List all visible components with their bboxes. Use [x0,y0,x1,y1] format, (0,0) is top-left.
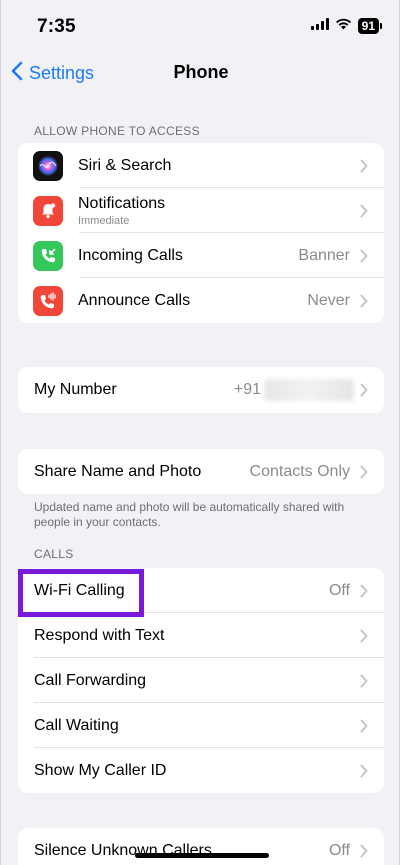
status-icons: 91 [310,17,383,35]
respond-with-text-row[interactable]: Respond with Text [18,613,384,658]
show-caller-id-row[interactable]: Show My Caller ID [18,748,384,793]
chevron-right-icon [360,719,368,733]
notifications-row[interactable]: Notifications Immediate [18,188,384,233]
chevron-right-icon [360,844,368,858]
calls-group: Wi-Fi Calling Off Respond with Text Call… [18,568,384,793]
battery-indicator: 91 [357,18,383,34]
redacted-number [264,379,354,401]
respond-with-text-label: Respond with Text [34,626,165,644]
share-name-photo-row[interactable]: Share Name and Photo Contacts Only [18,449,384,494]
notification-bell-icon [33,195,63,226]
chevron-right-icon [360,764,368,778]
incoming-call-icon [33,240,63,271]
my-number-row[interactable]: My Number +91 [18,367,384,413]
call-waiting-row[interactable]: Call Waiting [18,703,384,748]
announce-call-icon [33,285,63,316]
siri-icon [33,150,63,181]
my-number-prefix: +91 [233,381,261,399]
call-forwarding-row[interactable]: Call Forwarding [18,658,384,703]
back-button[interactable]: Settings [11,61,94,86]
back-button-label: Settings [29,63,95,83]
incoming-calls-row[interactable]: Incoming Calls Banner [18,233,384,278]
section-header-access: ALLOW PHONE TO ACCESS [34,124,200,138]
chevron-right-icon [360,249,368,263]
chevron-right-icon [360,204,368,218]
chevron-right-icon [360,584,368,598]
wifi-icon [335,17,352,35]
share-name-photo-value: Contacts Only [249,462,350,480]
silence-unknown-callers-row[interactable]: Silence Unknown Callers Off [18,828,384,865]
share-name-photo-label: Share Name and Photo [34,462,202,480]
announce-calls-label: Announce Calls [78,291,191,309]
notifications-sublabel: Immediate [78,214,130,227]
chevron-left-icon [11,61,29,86]
silence-unknown-callers-value: Off [328,841,350,859]
status-bar: 7:35 91 [1,0,400,50]
incoming-calls-label: Incoming Calls [78,246,183,264]
chevron-right-icon [360,294,368,308]
my-number-group: My Number +91 [18,367,384,413]
chevron-right-icon [360,383,368,397]
my-number-value: +91 [234,379,354,401]
wifi-calling-label: Wi-Fi Calling [34,581,125,599]
incoming-calls-value: Banner [298,246,350,264]
status-time: 7:35 [37,16,76,37]
share-footer-note: Updated name and photo will be automatic… [34,500,345,529]
wifi-calling-value: Off [328,581,350,599]
access-group: Siri & Search Notifications Immediate In… [18,143,384,323]
cellular-signal-icon [310,17,329,35]
navigation-bar: Phone Settings [1,52,400,92]
share-group: Share Name and Photo Contacts Only [18,449,384,494]
call-waiting-label: Call Waiting [34,716,119,734]
section-header-calls: CALLS [34,547,74,561]
notifications-label: Notifications [78,194,166,212]
chevron-right-icon [360,159,368,173]
silence-group: Silence Unknown Callers Off [18,828,384,865]
announce-calls-value: Never [307,291,350,309]
siri-search-row[interactable]: Siri & Search [18,143,384,188]
show-caller-id-label: Show My Caller ID [34,761,167,779]
wifi-calling-row[interactable]: Wi-Fi Calling Off [18,568,384,613]
chevron-right-icon [360,465,368,479]
chevron-right-icon [360,674,368,688]
home-indicator [135,853,269,858]
chevron-right-icon [360,629,368,643]
my-number-label: My Number [34,381,117,398]
announce-calls-row[interactable]: Announce Calls Never [18,278,384,323]
call-forwarding-label: Call Forwarding [34,671,147,689]
siri-search-label: Siri & Search [78,156,172,174]
